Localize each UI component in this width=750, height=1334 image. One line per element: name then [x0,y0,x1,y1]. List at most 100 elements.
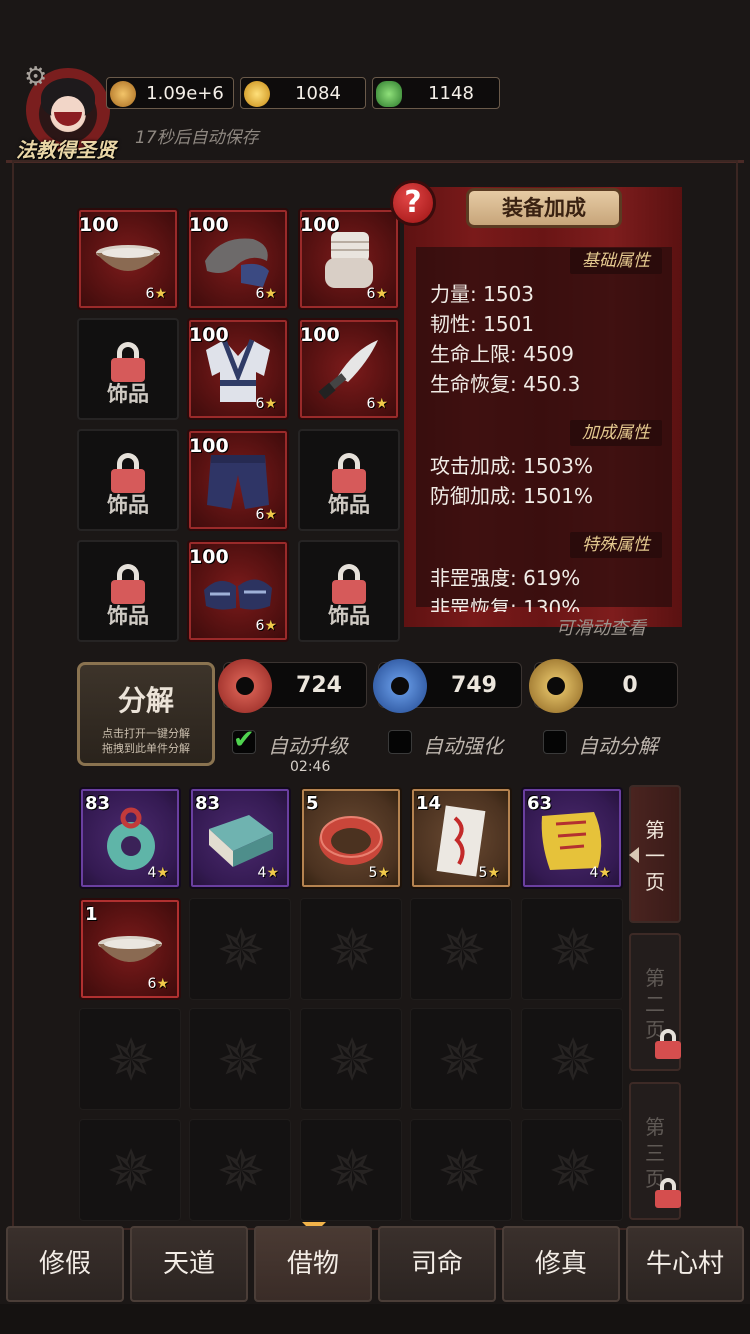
inventory-empty-slot[interactable]: ✵ [521,898,623,1000]
help-button[interactable]: ? [390,180,436,226]
inventory-empty-slot[interactable]: ✵ [410,898,512,1000]
blue-dragon-ring-icon [373,659,427,713]
inventory-item[interactable]: 5 5★ [300,787,402,889]
empty-slot-emblem-icon: ✵ [216,1137,266,1205]
equip-slot-accessory-locked[interactable]: 饰品 [298,540,400,642]
equip-slot-glove[interactable]: 100 6★ [298,208,400,310]
inventory-empty-slot[interactable]: ✵ [521,1119,623,1221]
empty-slot-emblem-icon: ✵ [106,1137,156,1205]
equip-slot-accessory-locked[interactable]: 饰品 [298,429,400,531]
bowl-icon [93,241,163,285]
equipment-bonus-button[interactable]: 装备加成 [466,188,622,228]
stat-special-strength: 非罡强度: 619% [430,566,581,590]
auto-strengthen-label[interactable]: 自动强化 [423,730,503,759]
equip-slot-accessory-locked[interactable]: 饰品 [77,540,179,642]
stat-strength: 力量: 1503 [430,282,534,306]
empty-slot-emblem-icon: ✵ [437,916,487,984]
inventory-empty-slot[interactable]: ✵ [79,1119,181,1221]
player-name: 法教得圣贤 [16,138,116,162]
star-level: 6★ [255,396,277,412]
inventory-empty-slot[interactable]: ✵ [410,1008,512,1110]
nav-tab-jiewu[interactable]: 借物 [254,1226,372,1302]
nav-tab-niuxincun[interactable]: 牛心村 [626,1226,744,1302]
item-count: 100 [189,324,229,346]
auto-upgrade-checkbox[interactable] [232,725,256,755]
equip-slot-shoes[interactable]: 100 6★ [187,540,289,642]
auto-decompose-label[interactable]: 自动分解 [578,730,658,759]
lock-icon [655,1029,681,1059]
bottom-strip [0,1304,750,1334]
equip-slot-dagger[interactable]: 100 6★ [298,318,400,420]
inventory-item[interactable]: 83 4★ [189,787,291,889]
inventory-item[interactable]: 1 6★ [79,898,181,1000]
item-count: 5 [306,793,319,814]
empty-slot-emblem-icon: ✵ [548,1026,598,1094]
auto-decompose-checkbox[interactable] [543,730,567,754]
gold-coin-icon [244,81,270,107]
item-count: 83 [85,793,111,814]
item-count: 1 [85,904,98,925]
equip-slot-accessory-locked[interactable]: 饰品 [77,429,179,531]
inventory-empty-slot[interactable]: ✵ [300,1008,402,1110]
item-count: 100 [189,214,229,236]
decompose-button[interactable]: 分解 点击打开一键分解 拖拽到此单件分解 [77,662,215,766]
item-count: 14 [416,793,442,814]
empty-slot-emblem-icon: ✵ [437,1026,487,1094]
inventory-item[interactable]: 83 4★ [79,787,181,889]
page-tab-3[interactable]: 第三页 [629,1082,681,1220]
inventory-empty-slot[interactable]: ✵ [79,1008,181,1110]
page-tab-label: 第一页 [645,818,665,894]
slot-label: 饰品 [107,382,149,406]
inventory-empty-slot[interactable]: ✵ [521,1008,623,1110]
resource-red-value: 724 [296,673,342,698]
special-attributes-title: 特殊属性 [570,532,662,558]
nav-tab-siming[interactable]: 司命 [378,1226,496,1302]
shoes-icon [200,568,276,622]
star-level: 6★ [147,976,169,992]
equip-slot-robe[interactable]: 100 6★ [187,318,289,420]
lock-icon [111,342,145,382]
auto-strengthen-checkbox[interactable] [388,730,412,754]
inventory-empty-slot[interactable]: ✵ [300,898,402,1000]
lock-icon [111,453,145,493]
item-count: 100 [300,324,340,346]
auto-upgrade-label[interactable]: 自动升级 [268,730,348,759]
equip-slot-hair[interactable]: 100 6★ [187,208,289,310]
nav-tab-xiuzhen[interactable]: 修真 [502,1226,620,1302]
lock-icon [332,564,366,604]
resource-blue-value: 749 [451,673,497,698]
slot-label: 饰品 [328,493,370,517]
inventory-item[interactable]: 14 5★ [410,787,512,889]
equip-slot-pants[interactable]: 100 6★ [187,429,289,531]
stat-defense-bonus: 防御加成: 1501% [430,484,593,508]
star-level: 6★ [366,396,388,412]
empty-slot-emblem-icon: ✵ [327,1026,377,1094]
currency-copper: 1.09e+6 [106,77,234,109]
equip-slot-accessory-locked[interactable]: 饰品 [77,318,179,420]
lock-icon [655,1178,681,1208]
page-tab-2[interactable]: 第二页 [629,933,681,1071]
inventory-empty-slot[interactable]: ✵ [189,1119,291,1221]
star-level: 5★ [368,865,390,881]
resource-gold: 0 [529,659,678,713]
star-level: 6★ [145,286,167,302]
nav-tab-tiandao[interactable]: 天道 [130,1226,248,1302]
auto-upgrade-timer: 02:46 [290,759,331,775]
inventory-item[interactable]: 63 4★ [521,787,623,889]
item-count: 100 [189,546,229,568]
star-level: 4★ [257,865,279,881]
inventory-empty-slot[interactable]: ✵ [189,1008,291,1110]
inventory-empty-slot[interactable]: ✵ [189,898,291,1000]
nav-tab-xiujia[interactable]: 修假 [6,1226,124,1302]
resource-blue: 749 [373,659,522,713]
equip-slot-bowl[interactable]: 100 6★ [77,208,179,310]
bowl-icon [95,932,165,976]
page-tab-1[interactable]: 第一页 [629,785,681,923]
currency-gold: 1084 [240,77,366,109]
gear-icon[interactable]: ⚙ [24,62,47,92]
gold-dragon-ring-icon [529,659,583,713]
star-level: 6★ [255,286,277,302]
inventory-empty-slot[interactable]: ✵ [300,1119,402,1221]
currency-copper-value: 1.09e+6 [146,83,224,104]
inventory-empty-slot[interactable]: ✵ [410,1119,512,1221]
